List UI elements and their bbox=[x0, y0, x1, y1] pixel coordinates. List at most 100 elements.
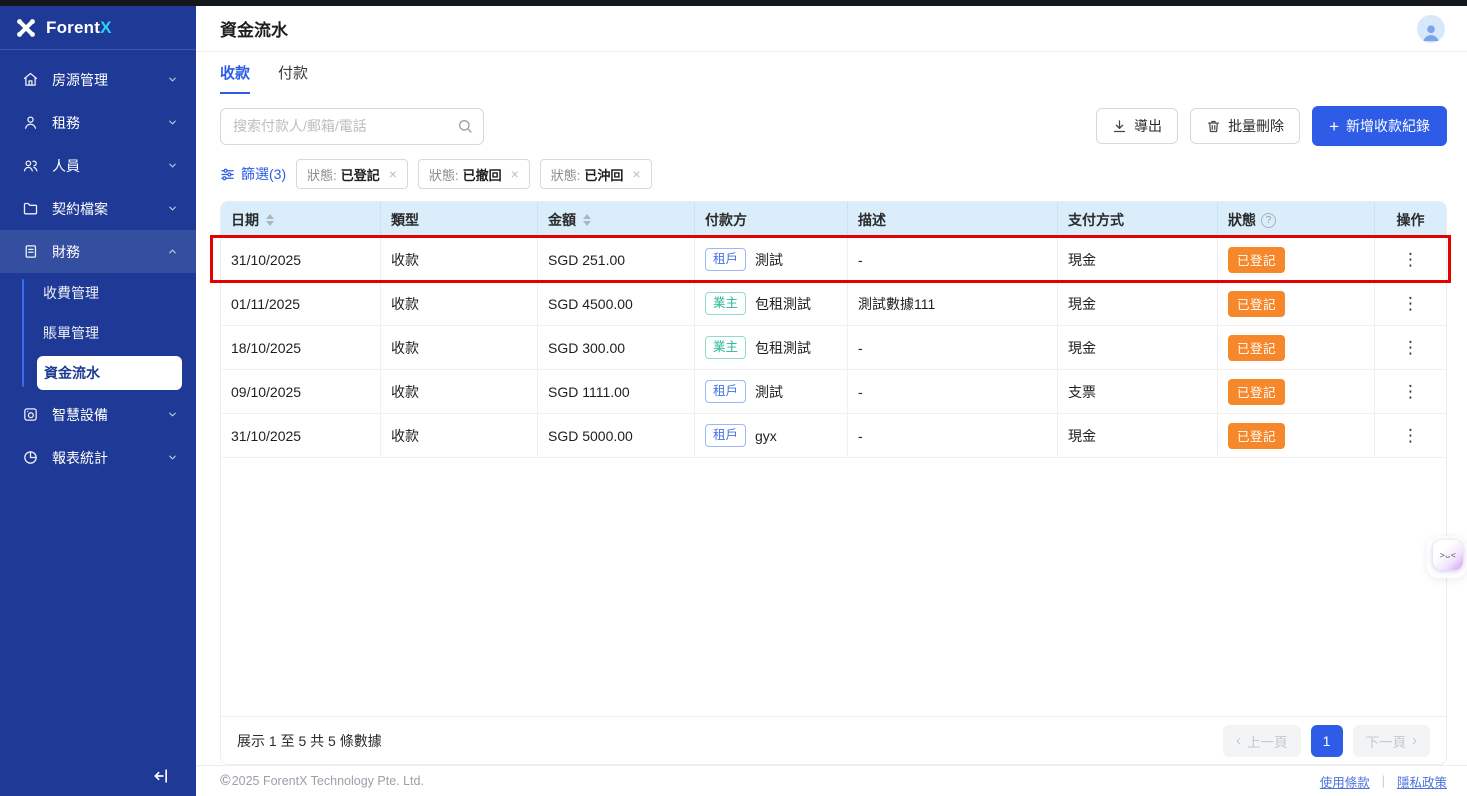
chevron-down-icon bbox=[167, 452, 178, 463]
finance-submenu: 收費管理 賬單管理 資金流水 bbox=[0, 273, 196, 390]
sidebar-item-properties[interactable]: 房源管理 bbox=[0, 58, 196, 101]
sidebar-item-label: 契約檔案 bbox=[52, 200, 108, 217]
cell-amount: SGD 5000.00 bbox=[538, 414, 695, 457]
close-icon[interactable]: × bbox=[511, 167, 519, 181]
terms-link[interactable]: 使用條款 bbox=[1320, 772, 1370, 791]
chevron-left-icon: ‹ bbox=[1236, 732, 1241, 749]
download-icon bbox=[1113, 119, 1126, 132]
sidebar-subitem-fee-management[interactable]: 收費管理 bbox=[0, 273, 196, 313]
sidebar-collapse-button[interactable] bbox=[152, 766, 172, 786]
table-empty-space bbox=[221, 458, 1446, 716]
search-input[interactable] bbox=[220, 107, 484, 145]
home-icon bbox=[22, 71, 39, 88]
cell-type: 收款 bbox=[381, 414, 538, 457]
sidebar-subitem-fund-flow[interactable]: 資金流水 bbox=[37, 356, 182, 390]
person-icon bbox=[22, 114, 39, 131]
sidebar-item-contracts[interactable]: 契約檔案 bbox=[0, 187, 196, 230]
payer-tag: 租戶 bbox=[705, 247, 747, 272]
table-row[interactable]: 01/11/2025 收款 SGD 4500.00 業主 包租測試 測試數據11… bbox=[221, 282, 1446, 326]
search-icon bbox=[459, 119, 472, 133]
sidebar-item-personnel[interactable]: 人員 bbox=[0, 144, 196, 187]
cell-payer: 租戶 測試 bbox=[695, 370, 848, 413]
more-actions-icon[interactable]: ⋮ bbox=[1396, 336, 1425, 360]
page-footer: © 2025 ForentX Technology Pte. Ltd. 使用條款… bbox=[196, 765, 1467, 796]
batch-delete-button[interactable]: 批量刪除 bbox=[1190, 108, 1301, 144]
top-strip bbox=[0, 0, 1467, 6]
cell-status: 已登記 bbox=[1218, 370, 1375, 413]
cell-payer: 租戶 測試 bbox=[695, 238, 848, 281]
sidebar-subitem-label: 賬單管理 bbox=[43, 325, 99, 341]
cell-type: 收款 bbox=[381, 282, 538, 325]
table-row[interactable]: 31/10/2025 收款 SGD 5000.00 租戶 gyx - 現金 已登… bbox=[221, 414, 1446, 458]
sidebar-menu: 房源管理 租務 人員 契約檔案 財務 收費管理 賬單管理 資金流水 智慧設備 報… bbox=[0, 50, 196, 479]
close-icon[interactable]: × bbox=[632, 167, 640, 181]
column-header-payment-method: 支付方式 bbox=[1058, 202, 1218, 238]
sort-icon[interactable] bbox=[266, 214, 274, 226]
copyright: © 2025 ForentX Technology Pte. Ltd. bbox=[220, 773, 424, 789]
tab-payments[interactable]: 付款 bbox=[278, 62, 308, 94]
sidebar: ForentX 房源管理 租務 人員 契約檔案 財務 收費管理 賬單管理 資金流… bbox=[0, 6, 196, 796]
cell-actions: ⋮ bbox=[1375, 282, 1446, 325]
cell-amount: SGD 300.00 bbox=[538, 326, 695, 369]
cell-date: 31/10/2025 bbox=[221, 414, 381, 457]
sidebar-item-smart-devices[interactable]: 智慧設備 bbox=[0, 393, 196, 436]
logo[interactable]: ForentX bbox=[0, 6, 196, 50]
cell-actions: ⋮ bbox=[1375, 414, 1446, 457]
export-button[interactable]: 導出 bbox=[1096, 108, 1179, 144]
avatar[interactable] bbox=[1417, 14, 1445, 43]
close-icon[interactable]: × bbox=[389, 167, 397, 181]
next-page-button[interactable]: 下一頁 › bbox=[1352, 724, 1430, 757]
cell-date: 01/11/2025 bbox=[221, 282, 381, 325]
trash-icon bbox=[1207, 120, 1220, 132]
cell-actions: ⋮ bbox=[1375, 370, 1446, 413]
filter-button[interactable]: 篩選(3) bbox=[220, 164, 286, 184]
cell-amount: SGD 4500.00 bbox=[538, 282, 695, 325]
cell-type: 收款 bbox=[381, 326, 538, 369]
assistant-face-icon: >ᴗ< bbox=[1439, 550, 1457, 560]
column-header-amount[interactable]: 金額 bbox=[538, 202, 695, 238]
add-receipt-button[interactable]: + 新增收款紀錄 bbox=[1312, 106, 1447, 146]
table-row[interactable]: 18/10/2025 收款 SGD 300.00 業主 包租測試 - 現金 已登… bbox=[221, 326, 1446, 370]
cell-status: 已登記 bbox=[1218, 238, 1375, 281]
more-actions-icon[interactable]: ⋮ bbox=[1396, 380, 1425, 404]
table-row[interactable]: 09/10/2025 收款 SGD 1111.00 租戶 測試 - 支票 已登記… bbox=[221, 370, 1446, 414]
privacy-link[interactable]: 隱私政策 bbox=[1397, 772, 1447, 791]
filter-chip-registered: 狀態: 已登記 × bbox=[296, 159, 408, 189]
cell-method: 支票 bbox=[1058, 370, 1218, 413]
page-header: 資金流水 bbox=[196, 6, 1467, 52]
table-header-row: 日期 類型 金額 付款方 描述 支付方式 狀態 ? 操作 bbox=[221, 202, 1446, 238]
footer-links: 使用條款 | 隱私政策 bbox=[1320, 772, 1447, 791]
people-icon bbox=[22, 157, 39, 174]
sidebar-item-finance[interactable]: 財務 bbox=[0, 230, 196, 273]
cell-status: 已登記 bbox=[1218, 414, 1375, 457]
cell-status: 已登記 bbox=[1218, 326, 1375, 369]
column-header-date[interactable]: 日期 bbox=[221, 202, 381, 238]
table-card: 日期 類型 金額 付款方 描述 支付方式 狀態 ? 操作 31/10/2025 … bbox=[210, 201, 1451, 765]
sidebar-subitem-label: 收費管理 bbox=[43, 285, 99, 301]
table-row[interactable]: 31/10/2025 收款 SGD 251.00 租戶 測試 - 現金 已登記 … bbox=[210, 235, 1451, 283]
help-icon[interactable]: ? bbox=[1261, 212, 1276, 228]
status-badge: 已登記 bbox=[1228, 290, 1286, 317]
prev-page-button[interactable]: ‹ 上一頁 bbox=[1223, 724, 1301, 757]
assistant-widget-button[interactable]: >ᴗ< bbox=[1433, 540, 1463, 570]
more-actions-icon[interactable]: ⋮ bbox=[1396, 292, 1425, 316]
more-actions-icon[interactable]: ⋮ bbox=[1396, 424, 1425, 448]
sidebar-subitem-bill-management[interactable]: 賬單管理 bbox=[0, 313, 196, 353]
tab-receipts[interactable]: 收款 bbox=[220, 62, 251, 94]
filter-bar: 篩選(3) 狀態: 已登記 × 狀態: 已撤回 × 狀態: 已沖回 × bbox=[196, 159, 1467, 189]
sort-icon[interactable] bbox=[583, 214, 591, 226]
cell-description: - bbox=[848, 370, 1058, 413]
cell-payer: 租戶 gyx bbox=[695, 414, 848, 457]
sidebar-item-reports[interactable]: 報表統計 bbox=[0, 436, 196, 479]
copyright-icon: © bbox=[220, 773, 231, 789]
finance-icon bbox=[22, 243, 39, 260]
sidebar-item-tenancy[interactable]: 租務 bbox=[0, 101, 196, 144]
column-header-payer: 付款方 bbox=[695, 202, 848, 238]
pager: ‹ 上一頁 1 下一頁 › bbox=[1223, 724, 1430, 757]
cell-actions: ⋮ bbox=[1375, 326, 1446, 369]
toolbar: 導出 批量刪除 + 新增收款紀錄 bbox=[196, 106, 1467, 146]
more-actions-icon[interactable]: ⋮ bbox=[1396, 248, 1425, 272]
chevron-down-icon bbox=[167, 160, 178, 171]
column-header-type: 類型 bbox=[381, 202, 538, 238]
page-number-button[interactable]: 1 bbox=[1310, 724, 1343, 757]
